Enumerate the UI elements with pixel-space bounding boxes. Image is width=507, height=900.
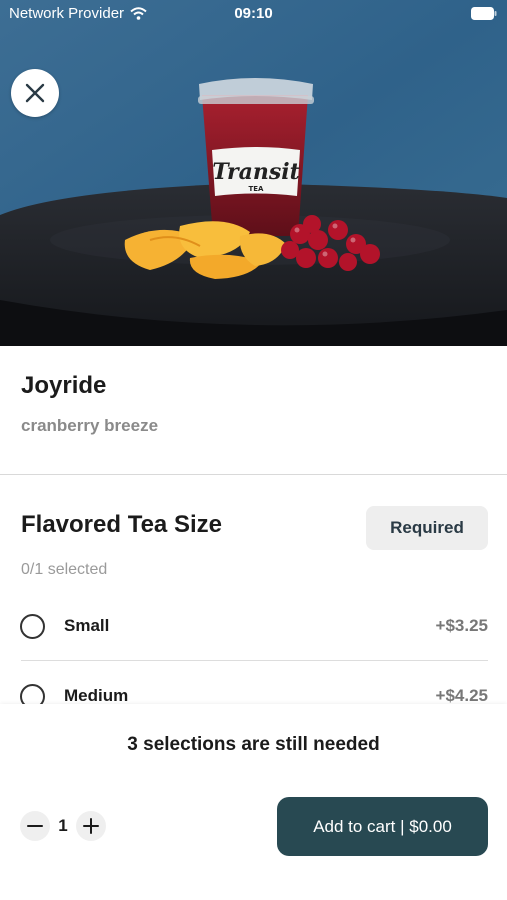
option-price: +$3.25 xyxy=(435,616,488,635)
option-label: Medium xyxy=(64,686,129,705)
option-small[interactable]: Small +$3.25 xyxy=(20,606,488,646)
option-label: Small xyxy=(64,616,110,635)
plus-icon xyxy=(83,818,99,834)
quantity-value: 1 xyxy=(58,816,68,835)
status-time: 09:10 xyxy=(234,5,273,22)
add-to-cart-button[interactable]: Add to cart | $0.00 xyxy=(277,797,488,856)
selected-count: 0/1 selected xyxy=(21,561,108,578)
battery-icon xyxy=(471,7,497,20)
product-hero-image: Transit TEA Network Provider 09:10 xyxy=(0,0,507,346)
minus-icon xyxy=(27,825,43,827)
decrease-quantity-button[interactable] xyxy=(20,811,50,841)
status-bar: Network Provider 09:10 xyxy=(0,0,507,28)
option-price: +$4.25 xyxy=(435,686,488,705)
section-divider xyxy=(0,474,507,475)
cup-brand-text: Transit xyxy=(212,159,300,185)
option-divider xyxy=(21,660,488,661)
option-group-title: Flavored Tea Size xyxy=(21,511,222,538)
increase-quantity-button[interactable] xyxy=(76,811,106,841)
cup-sub-text: TEA xyxy=(249,185,265,193)
quantity-stepper: 1 xyxy=(20,811,106,841)
selections-needed-message: 3 selections are still needed xyxy=(127,734,380,755)
close-icon xyxy=(25,83,45,103)
product-title: Joyride xyxy=(21,372,107,399)
close-button[interactable] xyxy=(11,69,59,117)
product-description: cranberry breeze xyxy=(21,416,159,435)
cart-footer: 3 selections are still needed 1 Add to c… xyxy=(0,704,507,900)
required-badge: Required xyxy=(366,506,488,550)
radio-button[interactable] xyxy=(20,613,45,639)
product-photo: Transit TEA xyxy=(0,0,507,346)
